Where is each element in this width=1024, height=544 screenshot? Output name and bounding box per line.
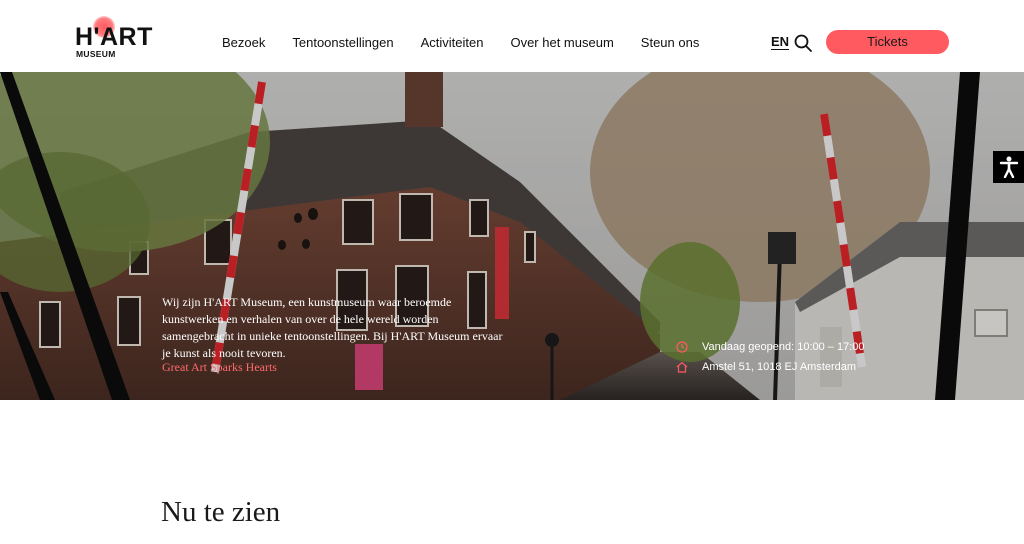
home-icon [676, 361, 688, 373]
accessibility-button[interactable] [993, 151, 1024, 183]
logo[interactable]: H'ART MUSEUM [75, 16, 175, 59]
logo-subtitle: MUSEUM [76, 49, 116, 59]
tickets-button[interactable]: Tickets [826, 30, 949, 54]
museum-address: Amstel 51, 1018 EJ Amsterdam [676, 361, 856, 373]
nav-item-over-het-museum[interactable]: Over het museum [510, 34, 613, 52]
search-icon[interactable] [794, 34, 812, 52]
hero-banner: Wij zijn H'ART Museum, een kunstmuseum w… [0, 72, 1024, 400]
main-nav: Bezoek Tentoonstellingen Activiteiten Ov… [222, 34, 699, 52]
accessibility-icon [999, 156, 1018, 178]
nav-item-activiteiten[interactable]: Activiteiten [421, 34, 484, 52]
hero-photo [0, 72, 1024, 400]
section-title-now-showing: Nu te zien [161, 496, 281, 528]
museum-address-text: Amstel 51, 1018 EJ Amsterdam [702, 361, 857, 373]
opening-hours: Vandaag geopend: 10:00 – 17:00 [676, 341, 865, 353]
nav-item-steun-ons[interactable]: Steun ons [641, 34, 700, 52]
clock-icon [676, 341, 688, 353]
hero-intro-text: Wij zijn H'ART Museum, een kunstmuseum w… [162, 295, 503, 360]
site-header: H'ART MUSEUM Bezoek Tentoonstellingen Ac… [0, 0, 1024, 72]
nav-item-tentoonstellingen[interactable]: Tentoonstellingen [292, 34, 393, 52]
nav-item-bezoek[interactable]: Bezoek [222, 34, 265, 52]
language-switch[interactable]: EN [771, 34, 789, 49]
logo-word: H'ART [75, 23, 153, 51]
hero-tagline-link[interactable]: Great Art Sparks Hearts [162, 360, 277, 375]
opening-hours-text: Vandaag geopend: 10:00 – 17:00 [702, 341, 865, 353]
